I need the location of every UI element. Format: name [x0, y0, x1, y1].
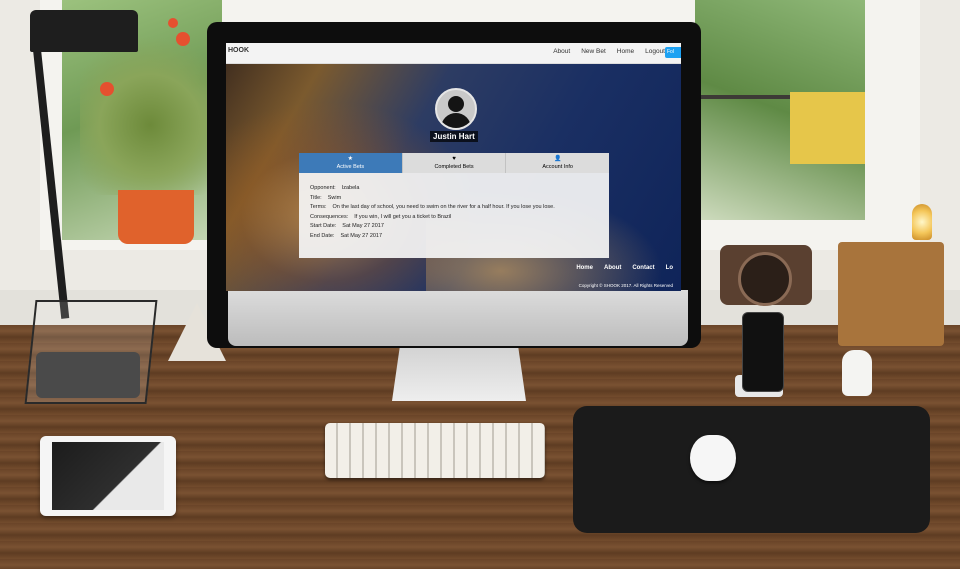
- opponent-label: Opponent:: [310, 185, 336, 191]
- top-navbar: HOOK About New Bet Home Logout Fol: [226, 43, 681, 64]
- tab-completed-bets[interactable]: ♥ Completed Bets: [402, 153, 507, 173]
- flower: [168, 18, 178, 28]
- brand-logo[interactable]: HOOK: [228, 47, 249, 54]
- profile-name: Justin Hart: [430, 131, 478, 142]
- imac-stand: [392, 345, 526, 401]
- terms-value: On the last day of school, you need to s…: [332, 204, 555, 210]
- bets-card: ★ Active Bets ♥ Completed Bets 👤 Account…: [299, 153, 610, 258]
- title-value: Swim: [327, 194, 342, 201]
- tab-label: Completed Bets: [434, 164, 474, 170]
- footer-link-about[interactable]: About: [604, 265, 621, 271]
- end-date-label: End Date:: [310, 232, 335, 239]
- flower: [100, 82, 114, 96]
- nav-menu: About New Bet Home Logout: [553, 48, 665, 55]
- terms-label: Terms:: [310, 204, 327, 210]
- end-date-value: Sat May 27 2017: [340, 232, 383, 239]
- camera-lens-icon: [738, 252, 792, 306]
- wood-lamp-base: [838, 242, 944, 346]
- terrarium: [24, 300, 158, 404]
- consequences-label: Consequences:: [310, 213, 349, 220]
- nav-link-logout[interactable]: Logout: [645, 48, 665, 55]
- nav-link-home[interactable]: Home: [617, 48, 634, 55]
- bet-opponent-row: Opponent: Izabela: [310, 184, 555, 194]
- keyboard: [325, 423, 545, 478]
- apple-logo-icon: [449, 314, 467, 334]
- title-label: Title:: [310, 194, 322, 201]
- user-silhouette-icon: [448, 96, 464, 112]
- footer-link-contact[interactable]: Contact: [632, 265, 654, 271]
- phone: [742, 312, 784, 392]
- flower-pot: [118, 190, 194, 244]
- nav-link-new-bet[interactable]: New Bet: [581, 48, 606, 55]
- browser-screen: HOOK About New Bet Home Logout Fol Justi…: [226, 43, 681, 291]
- start-date-label: Start Date:: [310, 223, 337, 229]
- mouse: [690, 435, 736, 481]
- nav-link-about[interactable]: About: [553, 48, 570, 55]
- copyright-text: Copyright © SHOOK 2017. All Rights Reser…: [578, 283, 673, 288]
- user-silhouette-icon: [441, 113, 471, 128]
- star-icon: ★: [347, 156, 354, 162]
- light-bulb-icon: [912, 204, 932, 240]
- desk-scene: HOOK About New Bet Home Logout Fol Justi…: [0, 0, 960, 569]
- yellow-towel: [790, 92, 865, 164]
- tab-label: Active Bets: [336, 164, 365, 170]
- bet-terms-row: Terms: On the last day of school, you nee…: [310, 203, 555, 213]
- footer-link-login[interactable]: Lo: [666, 265, 673, 271]
- footer-link-home[interactable]: Home: [576, 265, 593, 271]
- bet-end-row: End Date: Sat May 27 2017: [310, 232, 555, 242]
- flower: [176, 32, 190, 46]
- tab-active-bets[interactable]: ★ Active Bets: [299, 153, 403, 173]
- opponent-value: Izabela: [341, 185, 360, 191]
- desk-lamp: [30, 10, 138, 52]
- start-date-value: Sat May 27 2017: [342, 223, 384, 229]
- bet-consequences-row: Consequences: If you win, I will get you …: [310, 213, 555, 223]
- bear-figurine: [842, 350, 872, 396]
- bet-title-row: Title: Swim: [310, 194, 555, 204]
- consequences-value: If you win, I will get you a ticket to B…: [354, 213, 452, 220]
- mousepad: [573, 406, 930, 533]
- twitter-follow-button[interactable]: Fol: [665, 47, 681, 58]
- avatar: [435, 88, 477, 130]
- bet-start-row: Start Date: Sat May 27 2017: [310, 222, 555, 232]
- bet-details: Opponent: Izabela Title: Swim Terms: On the…: [310, 184, 555, 241]
- footer-nav: Home About Contact Lo: [576, 265, 673, 271]
- tablet-screen: [52, 442, 164, 510]
- tab-label: Account Info: [542, 164, 573, 170]
- user-icon: 👤: [553, 156, 562, 162]
- heart-icon: ♥: [452, 156, 456, 162]
- bet-tabs: ★ Active Bets ♥ Completed Bets 👤 Account…: [299, 153, 610, 173]
- tab-account-info[interactable]: 👤 Account Info: [506, 153, 610, 173]
